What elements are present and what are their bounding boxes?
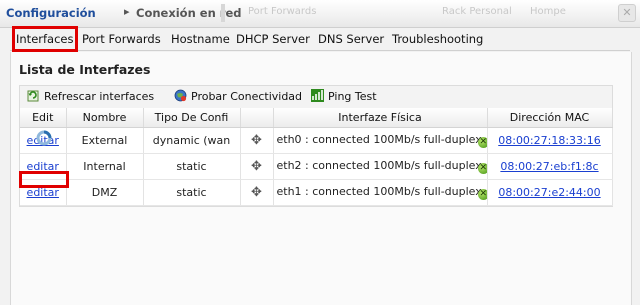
column-header-mac[interactable]: Dirección MAC [487, 108, 613, 128]
iface-status-text: eth1 : connected 100Mb/s full-duplex [276, 185, 482, 198]
name-cell: External [66, 127, 144, 154]
test-connectivity-button[interactable]: Probar Conectividad [174, 89, 302, 105]
background-tab: Port Forwards [248, 6, 317, 17]
type-cell: dynamic (wan [143, 127, 241, 154]
column-header-nombre[interactable]: Nombre [66, 108, 144, 128]
mac-cell: 08:00:27:eb:f1:8c [487, 153, 613, 180]
header-divider [221, 4, 225, 22]
interfaces-panel: Lista de Interfazes Refrescar interfaces… [10, 52, 632, 305]
connected-status-icon: ✕ [477, 189, 487, 200]
mac-link[interactable]: 08:00:27:18:33:16 [498, 134, 601, 147]
move-handle-icon[interactable]: ✥ [251, 133, 262, 148]
tab-dhcp-server[interactable]: DHCP Server [236, 32, 310, 46]
mac-cell: 08:00:27:18:33:16 [487, 127, 613, 154]
name-cell: DMZ [66, 179, 144, 206]
ping-test-button[interactable]: Ping Test [311, 89, 377, 105]
tab-port-forwards[interactable]: Port Forwards [82, 32, 161, 46]
iface-cell: eth2 : connected 100Mb/s full-duplex✕ [273, 153, 488, 180]
refresh-icon [27, 90, 39, 102]
loading-spinner-icon [36, 130, 52, 146]
ping-test-label: Ping Test [328, 90, 377, 103]
tab-troubleshooting[interactable]: Troubleshooting [392, 32, 483, 46]
breadcrumb-root[interactable]: Configuración [6, 6, 96, 20]
column-header-interfaze[interactable]: Interfaze Física [273, 108, 488, 128]
mac-link[interactable]: 08:00:27:e2:44:00 [498, 186, 600, 199]
edit-highlight-box [19, 171, 69, 188]
table-header-row: Edit Nombre Tipo De Confi Interfaze Físi… [20, 108, 613, 128]
iface-cell: eth0 : connected 100Mb/s full-duplex✕ [273, 127, 488, 154]
column-header-tipo[interactable]: Tipo De Confi [143, 108, 241, 128]
move-cell: ✥ [240, 127, 274, 154]
move-handle-icon[interactable]: ✥ [251, 159, 262, 174]
column-header-edit[interactable]: Edit [20, 108, 67, 128]
tab-highlight-box [12, 26, 78, 52]
column-header-move[interactable] [240, 108, 274, 128]
interfaces-table: Edit Nombre Tipo De Confi Interfaze Físi… [19, 108, 613, 207]
mac-cell: 08:00:27:e2:44:00 [487, 179, 613, 206]
name-cell: Internal [66, 153, 144, 180]
toolbar: Refrescar interfaces Probar Conectividad… [19, 85, 613, 109]
connected-status-icon: ✕ [477, 163, 487, 174]
table-row: editar Internal static ✥ eth2 : connecte… [20, 153, 613, 180]
background-tab: Rack Personal [442, 6, 512, 17]
close-icon[interactable]: ✕ [618, 4, 636, 22]
type-cell: static [143, 153, 241, 180]
refresh-interfaces-button[interactable]: Refrescar interfaces [27, 89, 154, 105]
refresh-label: Refrescar interfaces [44, 90, 155, 103]
move-cell: ✥ [240, 153, 274, 180]
type-cell: static [143, 179, 241, 206]
tab-dns-server[interactable]: DNS Server [318, 32, 384, 46]
iface-status-text: eth2 : connected 100Mb/s full-duplex [276, 159, 482, 172]
table-row: editar External dynamic (wan ✥ eth0 : co… [20, 127, 613, 154]
signal-icon [311, 89, 324, 102]
breadcrumb-separator-icon: ▸ [124, 5, 130, 18]
tab-bar: Interfaces Port Forwards Hostname DHCP S… [10, 26, 630, 52]
iface-cell: eth1 : connected 100Mb/s full-duplex✕ [273, 179, 488, 206]
tab-hostname[interactable]: Hostname [171, 32, 230, 46]
move-handle-icon[interactable]: ✥ [251, 185, 262, 200]
background-tab: Hompe [530, 6, 566, 17]
top-header: Configuración ▸ Conexión en red Port For… [0, 0, 640, 28]
panel-title: Lista de Interfazes [19, 62, 151, 77]
mac-link[interactable]: 08:00:27:eb:f1:8c [500, 160, 598, 173]
move-cell: ✥ [240, 179, 274, 206]
table-row: editar DMZ static ✥ eth1 : connected 100… [20, 179, 613, 206]
iface-status-text: eth0 : connected 100Mb/s full-duplex [276, 133, 482, 146]
test-connectivity-label: Probar Conectividad [191, 90, 303, 103]
connected-status-icon: ✕ [477, 137, 487, 148]
breadcrumb-current: Conexión en red [136, 6, 242, 20]
globe-icon [174, 89, 187, 102]
